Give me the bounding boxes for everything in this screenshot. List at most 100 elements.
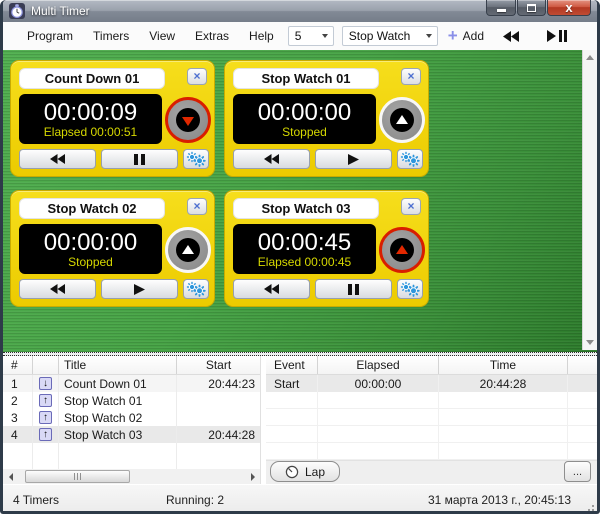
row-start: 20:44:23 (177, 375, 260, 392)
app-icon (9, 3, 25, 19)
scroll-left-icon[interactable] (3, 469, 18, 484)
close-timer-button[interactable]: × (187, 68, 207, 85)
close-icon: × (407, 69, 414, 83)
close-timer-button[interactable]: × (187, 198, 207, 215)
table-row-selected[interactable]: 4 ↑ Stop Watch 03 20:44:28 (3, 426, 260, 443)
timer-time: 00:00:45 (258, 230, 351, 255)
reset-all-button[interactable] (503, 31, 519, 42)
event-row[interactable]: Start 00:00:00 20:44:28 (266, 375, 597, 392)
reset-button[interactable] (233, 279, 310, 299)
close-timer-button[interactable]: × (401, 198, 421, 215)
col-header-num[interactable]: # (3, 356, 33, 374)
timer-settings-button[interactable] (183, 149, 209, 169)
event-row-empty (266, 443, 597, 460)
table-empty-area (3, 443, 260, 469)
row-start (177, 392, 260, 409)
minimize-button[interactable] (486, 0, 516, 16)
timers-table-hscrollbar[interactable] (3, 469, 260, 484)
add-timer-button[interactable]: + Add (448, 28, 484, 44)
gear-icon (400, 151, 420, 167)
more-button[interactable]: ... (564, 461, 591, 482)
row-num: 3 (3, 409, 33, 426)
menu-program[interactable]: Program (17, 24, 83, 48)
stopwatch-direction-button[interactable] (165, 227, 211, 273)
timer-display: 00:00:09 Elapsed 00:00:51 (19, 94, 162, 144)
col-header-time[interactable]: Time (439, 356, 568, 374)
status-datetime: 31 марта 2013 г., 20:45:13 (428, 493, 571, 507)
reset-button[interactable] (19, 149, 96, 169)
menu-extras[interactable]: Extras (185, 24, 239, 48)
start-button[interactable] (315, 149, 392, 169)
menubar: Program Timers View Extras Help 5 Stop W… (3, 22, 597, 50)
lap-button[interactable]: Lap (270, 461, 340, 482)
timer-time: 00:00:09 (44, 100, 137, 125)
row-title: Stop Watch 02 (59, 409, 177, 426)
menu-help[interactable]: Help (239, 24, 284, 48)
start-pause-all-button[interactable] (547, 30, 567, 42)
col-header-event[interactable]: Event (266, 356, 318, 374)
arrow-up-icon (182, 245, 194, 254)
close-icon: × (407, 199, 414, 213)
rewind-icon (50, 284, 65, 294)
status-running-count: Running: 2 (166, 493, 224, 507)
table-zone: # Title Start 1 ↓ Count Down 01 20:44:23… (3, 356, 597, 484)
pause-button[interactable] (101, 149, 178, 169)
arrow-up-icon (396, 115, 408, 124)
timer-count-select[interactable]: 5 (288, 26, 334, 46)
timer-type-select[interactable]: Stop Watch (342, 26, 438, 46)
timer-title[interactable]: Stop Watch 03 (233, 198, 379, 219)
stopwatch-direction-button[interactable] (379, 97, 425, 143)
scroll-right-icon[interactable] (245, 469, 260, 484)
timer-title[interactable]: Stop Watch 01 (233, 68, 379, 89)
menu-view[interactable]: View (139, 24, 185, 48)
row-num: 2 (3, 392, 33, 409)
table-row[interactable]: 2 ↑ Stop Watch 01 (3, 392, 260, 409)
stopwatch-icon[interactable]: ↑ (39, 394, 52, 407)
event-row-empty (266, 392, 597, 409)
pause-button[interactable] (315, 279, 392, 299)
countdown-icon[interactable]: ↓ (39, 377, 52, 390)
timer-settings-button[interactable] (183, 279, 209, 299)
timer-title[interactable]: Stop Watch 02 (19, 198, 165, 219)
close-window-button[interactable]: x (547, 0, 591, 16)
stopwatch-icon[interactable]: ↑ (39, 428, 52, 441)
col-header-icon[interactable] (33, 356, 59, 374)
timers-table-header: # Title Start (3, 356, 260, 375)
hscroll-thumb[interactable] (25, 470, 130, 483)
col-header-elapsed[interactable]: Elapsed (318, 356, 439, 374)
play-pause-icon (547, 30, 567, 42)
timer-settings-button[interactable] (397, 149, 423, 169)
row-num: 4 (3, 426, 33, 443)
window-title: Multi Timer (31, 4, 90, 18)
close-timer-button[interactable]: × (401, 68, 421, 85)
timer-panel-scrollbar[interactable] (582, 50, 597, 350)
maximize-button[interactable] (517, 0, 546, 16)
reset-button[interactable] (233, 149, 310, 169)
gear-icon (186, 151, 206, 167)
close-icon: × (193, 199, 200, 213)
event-time: 20:44:28 (439, 375, 568, 392)
timer-title[interactable]: Count Down 01 (19, 68, 165, 89)
resize-grip[interactable] (584, 501, 594, 511)
col-header-title[interactable]: Title (59, 356, 177, 374)
countdown-direction-button[interactable] (165, 97, 211, 143)
timer-card-stop-watch-01: Stop Watch 01 × 00:00:00 Stopped (224, 60, 429, 177)
event-elapsed: 00:00:00 (318, 375, 439, 392)
reset-button[interactable] (19, 279, 96, 299)
stopwatch-icon[interactable]: ↑ (39, 411, 52, 424)
minimize-icon (497, 9, 506, 12)
event-row-empty (266, 426, 597, 443)
row-title: Stop Watch 01 (59, 392, 177, 409)
table-row[interactable]: 3 ↑ Stop Watch 02 (3, 409, 260, 426)
table-row[interactable]: 1 ↓ Count Down 01 20:44:23 (3, 375, 260, 392)
scroll-down-icon[interactable] (586, 335, 594, 350)
stopwatch-direction-button[interactable] (379, 227, 425, 273)
timer-settings-button[interactable] (397, 279, 423, 299)
gear-icon (186, 281, 206, 297)
timer-time: 00:00:00 (258, 100, 351, 125)
menu-timers[interactable]: Timers (83, 24, 139, 48)
start-button[interactable] (101, 279, 178, 299)
status-timer-count: 4 Timers (13, 493, 59, 507)
col-header-start[interactable]: Start (177, 356, 260, 374)
scroll-up-icon[interactable] (586, 50, 594, 65)
